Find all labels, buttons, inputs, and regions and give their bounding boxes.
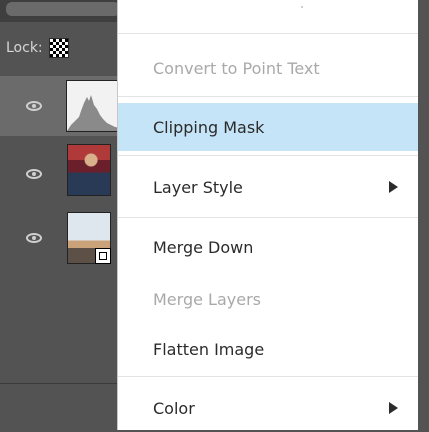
photo-thumbnail-2[interactable] bbox=[67, 212, 111, 264]
menu-separator bbox=[118, 96, 418, 97]
menu-item-merge-down[interactable]: Merge Down bbox=[118, 223, 418, 271]
menu-item-merge-layers[interactable]: Merge Layers bbox=[118, 275, 418, 323]
menu-item-color[interactable]: Color bbox=[118, 384, 418, 432]
layer-row-adjustment[interactable] bbox=[0, 76, 122, 136]
layer-row-photo-2[interactable] bbox=[0, 208, 120, 268]
visibility-eye-icon[interactable] bbox=[26, 233, 42, 243]
visibility-eye-icon[interactable] bbox=[26, 101, 42, 111]
lock-transparency-icon[interactable] bbox=[48, 38, 69, 58]
histogram-icon bbox=[67, 95, 121, 131]
layers-panel: Lock: bbox=[0, 0, 122, 430]
photo-thumbnail-1[interactable] bbox=[67, 144, 111, 196]
lock-row: Lock: bbox=[0, 34, 120, 62]
menu-separator bbox=[118, 217, 418, 218]
submenu-arrow-icon bbox=[389, 181, 398, 193]
menu-item-convert-to-point-text[interactable]: Convert to Point Text bbox=[118, 44, 418, 92]
panel-right-edge bbox=[418, 0, 429, 430]
menu-item-label: Merge Layers bbox=[153, 289, 261, 309]
lock-label: Lock: bbox=[6, 40, 43, 56]
menu-item-label: Color bbox=[153, 398, 195, 418]
menu-item-label: Convert to Point Text bbox=[153, 58, 320, 78]
levels-histogram-thumbnail[interactable] bbox=[66, 80, 122, 132]
menu-separator bbox=[118, 155, 418, 156]
menu-item-layer-style[interactable]: Layer Style bbox=[118, 163, 418, 211]
submenu-arrow-icon bbox=[389, 402, 398, 414]
layer-row-photo-1[interactable] bbox=[0, 144, 120, 204]
panel-top-bar bbox=[0, 0, 120, 22]
visibility-eye-icon[interactable] bbox=[26, 169, 42, 179]
smart-object-badge-icon bbox=[95, 248, 111, 264]
menu-item-label: Clipping Mask bbox=[153, 117, 265, 137]
layer-context-menu: Convert to Point Text Clipping Mask Laye… bbox=[118, 0, 418, 430]
menu-item-label: Layer Style bbox=[153, 177, 243, 197]
panel-divider bbox=[0, 383, 120, 384]
menu-scroll-indicator bbox=[301, 6, 303, 8]
menu-separator bbox=[118, 33, 418, 34]
menu-item-flatten-image[interactable]: Flatten Image bbox=[118, 325, 418, 373]
blend-mode-dropdown[interactable] bbox=[6, 2, 120, 16]
menu-item-label: Merge Down bbox=[153, 237, 254, 257]
menu-item-label: Flatten Image bbox=[153, 339, 265, 359]
menu-item-clipping-mask[interactable]: Clipping Mask bbox=[118, 103, 418, 151]
menu-separator bbox=[118, 376, 418, 377]
